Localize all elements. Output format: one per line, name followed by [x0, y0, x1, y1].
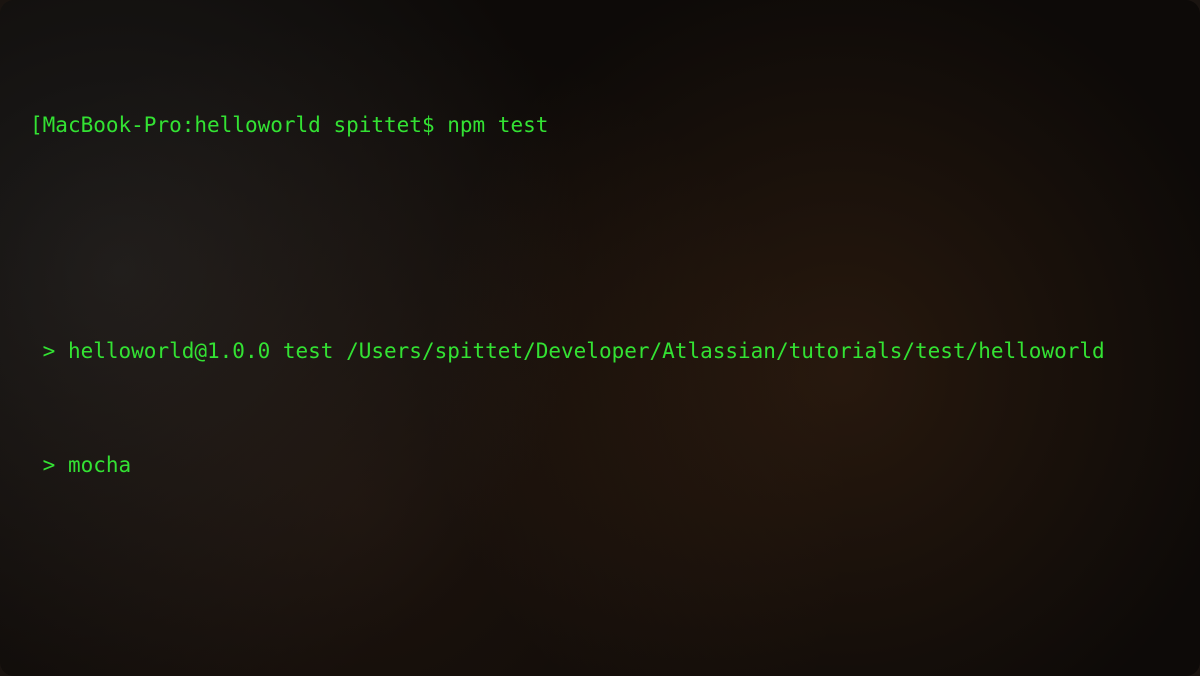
script-prefix: >: [43, 339, 68, 363]
prompt-bracket: [: [30, 113, 43, 137]
terminal-output: [MacBook-Pro:helloworld spittet$ npm tes…: [30, 26, 1170, 676]
npm-script-line-1: > helloworld@1.0.0 test /Users/spittet/D…: [30, 337, 1170, 365]
script-text: mocha: [68, 453, 131, 477]
npm-script-line-2: > mocha: [30, 451, 1170, 479]
blank-gap: [30, 564, 1170, 620]
script-text: helloworld@1.0.0 test /Users/spittet/Dev…: [68, 339, 1105, 363]
prompt-host: MacBook-Pro:helloworld spittet$: [43, 113, 448, 137]
terminal-window[interactable]: [MacBook-Pro:helloworld spittet$ npm tes…: [0, 0, 1200, 676]
command-npm-test: npm test: [447, 113, 548, 137]
blank-line: [30, 224, 1170, 252]
script-prefix: >: [43, 453, 68, 477]
prompt-line-1: [MacBook-Pro:helloworld spittet$ npm tes…: [30, 111, 1170, 139]
